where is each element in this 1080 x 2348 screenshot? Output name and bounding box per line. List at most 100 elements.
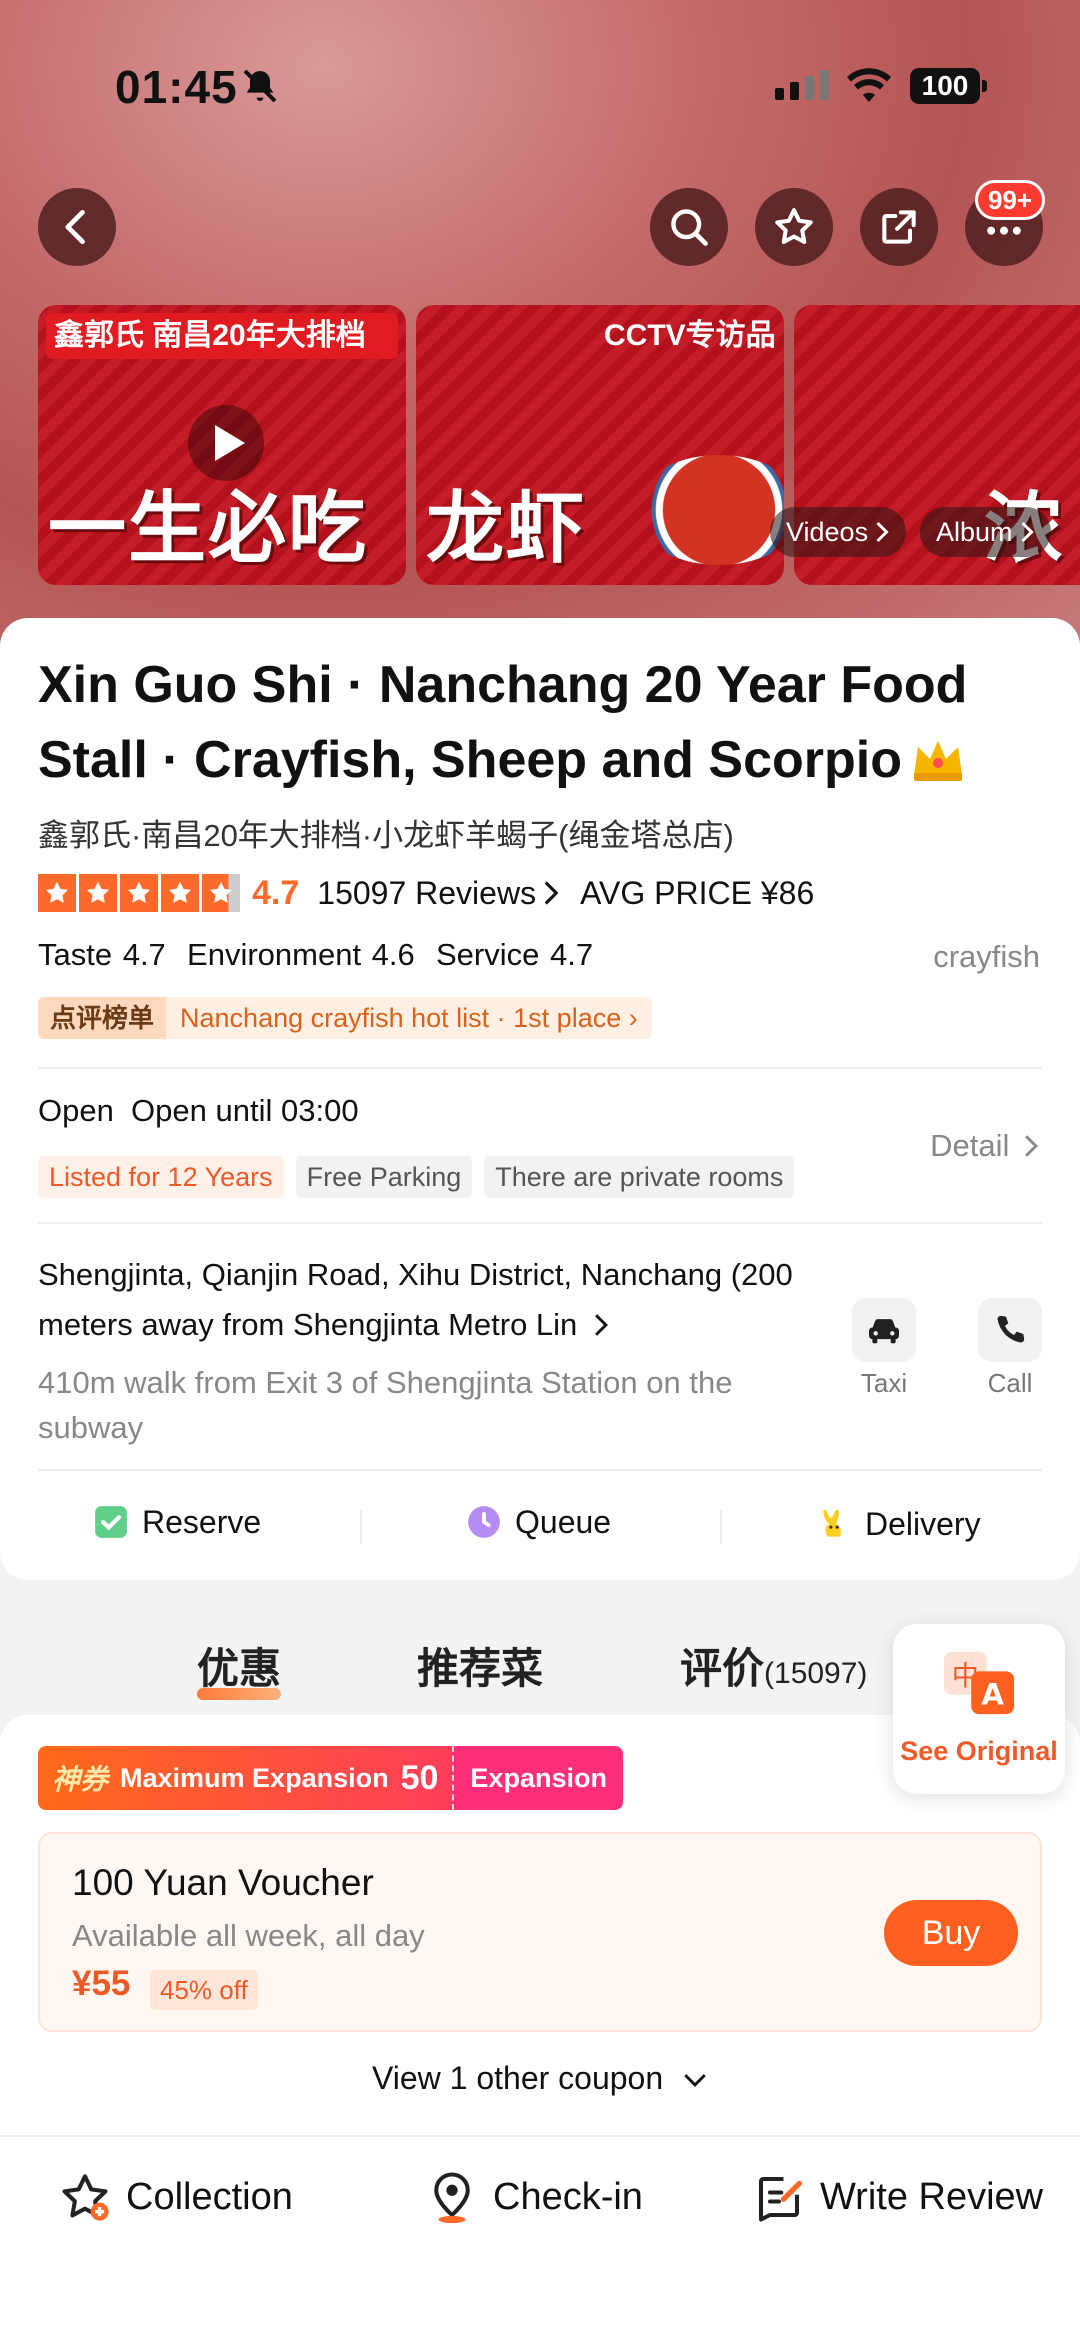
notification-badge: 99+ [975,180,1046,220]
voucher-price: ¥55 [72,1964,131,2003]
tab-reviews[interactable]: 评价(15097) [680,1635,867,1696]
chevron-right-icon [1025,1135,1038,1157]
videos-label: Videos [786,517,869,547]
write-review-button[interactable]: Write Review [752,2170,1043,2224]
share-icon [882,210,916,244]
queue-button[interactable]: Queue [465,1503,611,1541]
reviews-link[interactable]: 15097 Reviews [317,875,536,912]
check-in-label: Check-in [493,2175,643,2218]
svg-text:A: A [981,1677,1004,1711]
taxi-button[interactable] [852,1298,916,1362]
status-time: 01:45 [115,61,238,113]
avg-price: AVG PRICE ¥86 [580,874,815,911]
signal-icon [775,70,829,100]
detail-label: Detail [930,1128,1010,1163]
chevron-right-icon [595,1314,608,1336]
promo-tag: 神券 [52,1764,109,1795]
voucher-card[interactable]: 100 Yuan Voucher Available all week, all… [38,1832,1042,2032]
collection-button[interactable]: Collection [58,2170,293,2224]
promo-banner[interactable]: 神券 Maximum Expansion 50 Expansion [38,1746,623,1810]
opening-hours: Open Open until 03:00 [38,1093,359,1128]
tab-reviews-label: 评价 [680,1645,765,1692]
search-icon [671,209,708,246]
voucher-availability: Available all week, all day [72,1918,425,1953]
album-button[interactable]: Album [920,507,1051,557]
voucher-title: 100 Yuan Voucher [72,1862,374,1903]
see-original-button[interactable]: 中 A See Original [893,1624,1065,1794]
delivery-button[interactable]: Delivery [815,1503,981,1545]
divider [360,1510,362,1544]
star-icon [161,874,199,912]
buy-button[interactable]: Buy [884,1900,1018,1966]
divider [38,1067,1042,1069]
divider [38,1469,1042,1471]
promo-expansion: 神券 Maximum Expansion 50 [38,1746,453,1810]
chevron-right-icon [876,521,889,543]
shop-original-name: 鑫郭氏·南昌20年大排档·小龙虾羊蝎子(绳金塔总店) [38,818,734,853]
media-tile-photo[interactable]: CCTV专访品牌 龙虾 [416,305,784,585]
star-icon [38,874,76,912]
check-in-button[interactable]: Check-in [425,2170,643,2224]
queue-label: Queue [515,1503,612,1540]
tag-parking: Free Parking [295,1156,473,1198]
feature-tags: Listed for 12 Years Free Parking There a… [38,1156,795,1198]
address-link[interactable]: Shengjinta, Qianjin Road, Xihu District,… [38,1250,798,1350]
promo-amount: 50 [400,1758,439,1797]
star-half-icon [202,874,240,912]
call-button[interactable] [978,1298,1042,1362]
bottom-action-bar [0,2135,1080,2348]
media-tile-banner: 鑫郭氏 南昌20年大排档 [46,313,398,359]
voucher-discount: 45% off [150,1970,258,2010]
media-tile-video[interactable]: 鑫郭氏 南昌20年大排档 一生必吃 [38,305,406,585]
share-button[interactable] [860,188,938,266]
search-button[interactable] [650,188,728,266]
see-original-label: See Original [900,1736,1058,1766]
battery-indicator: 100 [910,68,987,104]
clock-icon [468,1506,500,1538]
call-label: Call [987,1368,1033,1398]
transit-directions: 410m walk from Exit 3 of Shengjinta Stat… [38,1365,733,1445]
wifi-icon [847,68,891,102]
media-tile-banner: CCTV专访品牌 [604,319,776,352]
edit-review-icon [758,2176,802,2222]
address-text: Shengjinta, Qianjin Road, Xihu District,… [38,1257,793,1342]
translate-icon: 中 A [944,1651,1014,1715]
bell-muted-icon [243,69,277,103]
delivery-label: Delivery [865,1505,981,1542]
sub-scores: Taste 4.7 Environment 4.6 Service 4.7 [38,937,594,972]
media-tile-headline: 一生必吃 [48,484,369,572]
view-more-label: View 1 other coupon [371,2060,664,2096]
videos-button[interactable]: Videos [770,507,907,557]
ranking-tag: 点评榜单 [38,997,167,1039]
back-button[interactable] [38,188,116,266]
divider [38,1222,1042,1224]
rating-score: 4.7 [252,873,300,912]
view-more-coupons[interactable]: View 1 other coupon [0,2060,1080,2097]
promo-text: Maximum Expansion [120,1762,389,1793]
shop-title-text: Xin Guo Shi · Nanchang 20 Year Food Stal… [38,656,968,789]
taxi-label: Taxi [860,1368,908,1398]
chevron-down-icon [684,2074,706,2087]
ranking-badge[interactable]: 点评榜单 Nanchang crayfish hot list · 1st pl… [38,997,652,1039]
ranking-text-label: Nanchang crayfish hot list · 1st place [180,1003,622,1033]
detail-link[interactable]: Detail [930,1128,1040,1164]
ranking-text: Nanchang crayfish hot list · 1st place › [166,997,652,1039]
star-rating [38,874,240,912]
favorite-button[interactable] [755,188,833,266]
chevron-right-icon [1020,521,1034,543]
cuisine-tag[interactable]: crayfish [933,939,1040,975]
play-icon[interactable] [188,405,264,481]
collection-label: Collection [126,2175,293,2218]
chevron-right-icon [544,881,559,905]
tag-private-rooms: There are private rooms [484,1156,795,1198]
crayfish-plate-image [634,455,784,565]
tab-deals[interactable]: 优惠 [197,1635,282,1700]
expansion-button[interactable]: Expansion [452,1746,623,1810]
star-icon [120,874,158,912]
reserve-button[interactable]: Reserve [92,1503,261,1541]
star-icon [775,208,813,245]
rating-row: 4.7 15097 Reviews AVG PRICE ¥86 [38,873,814,913]
album-label: Album [936,517,1013,547]
tab-recommended-dishes[interactable]: 推荐菜 [417,1635,543,1696]
phone-icon [997,1315,1025,1343]
